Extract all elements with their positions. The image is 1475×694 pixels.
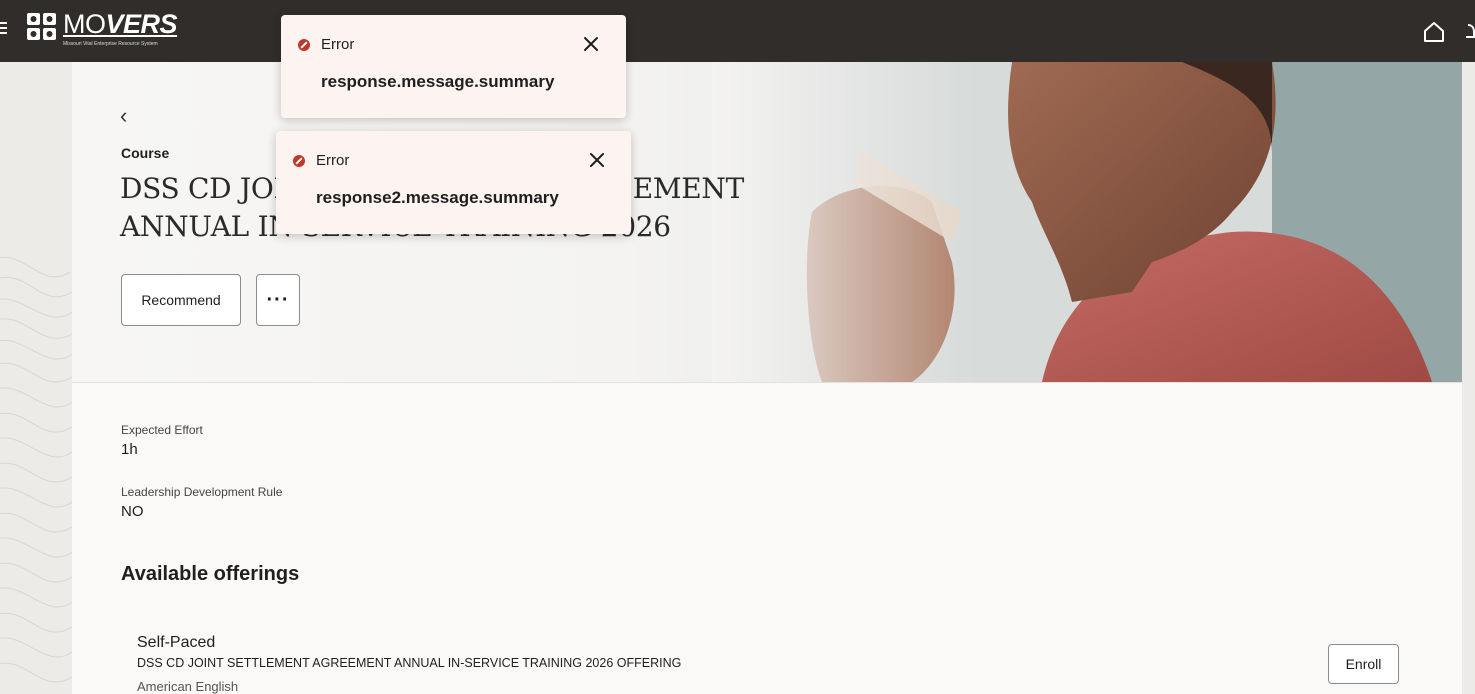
course-details: Expected Effort 1h Leadership Developmen…: [72, 383, 1462, 694]
back-button[interactable]: ‹: [120, 104, 140, 128]
top-bar: MOVERS Missouri Vital Enterprise Resourc…: [0, 0, 1475, 62]
logo-tagline: Missouri Vital Enterprise Resource Syste…: [63, 41, 158, 47]
toast-heading: Error: [321, 36, 355, 53]
recommend-button[interactable]: Recommend: [121, 274, 241, 326]
hero-background-image: [712, 62, 1462, 382]
home-icon[interactable]: [1422, 20, 1446, 44]
toast-message: response2.message.summary: [316, 188, 559, 207]
hamburger-menu-icon[interactable]: [0, 19, 12, 39]
error-toast: Error response2.message.summary: [276, 131, 631, 234]
right-edge: [1462, 62, 1475, 694]
movers-logo[interactable]: MOVERS Missouri Vital Enterprise Resourc…: [26, 9, 186, 53]
leadership-rule-value: NO: [121, 503, 144, 520]
error-icon: [298, 39, 310, 51]
decorative-side-pattern: [0, 62, 72, 694]
expected-effort-value: 1h: [121, 441, 138, 458]
toast-message: response.message.summary: [321, 72, 555, 91]
offering-title[interactable]: DSS CD JOINT SETTLEMENT AGREEMENT ANNUAL…: [137, 656, 681, 670]
expected-effort-label: Expected Effort: [121, 423, 203, 437]
offering-language: American English: [137, 679, 239, 694]
toast-heading: Error: [316, 152, 350, 169]
logo-wordmark: MOVERS: [63, 9, 178, 39]
error-icon: [293, 155, 305, 167]
content-type-label: Course: [121, 145, 170, 161]
offering-type: Self-Paced: [137, 634, 216, 651]
error-toast: Error response.message.summary: [281, 15, 626, 118]
notification-icon[interactable]: [1464, 22, 1475, 42]
available-offerings-heading: Available offerings: [121, 563, 300, 585]
logo-mark-icon: [27, 13, 56, 40]
leadership-rule-label: Leadership Development Rule: [121, 485, 283, 499]
close-icon[interactable]: [586, 149, 608, 171]
enroll-button[interactable]: Enroll: [1328, 644, 1399, 684]
more-actions-button[interactable]: ···: [256, 274, 300, 326]
close-icon[interactable]: [580, 33, 602, 55]
